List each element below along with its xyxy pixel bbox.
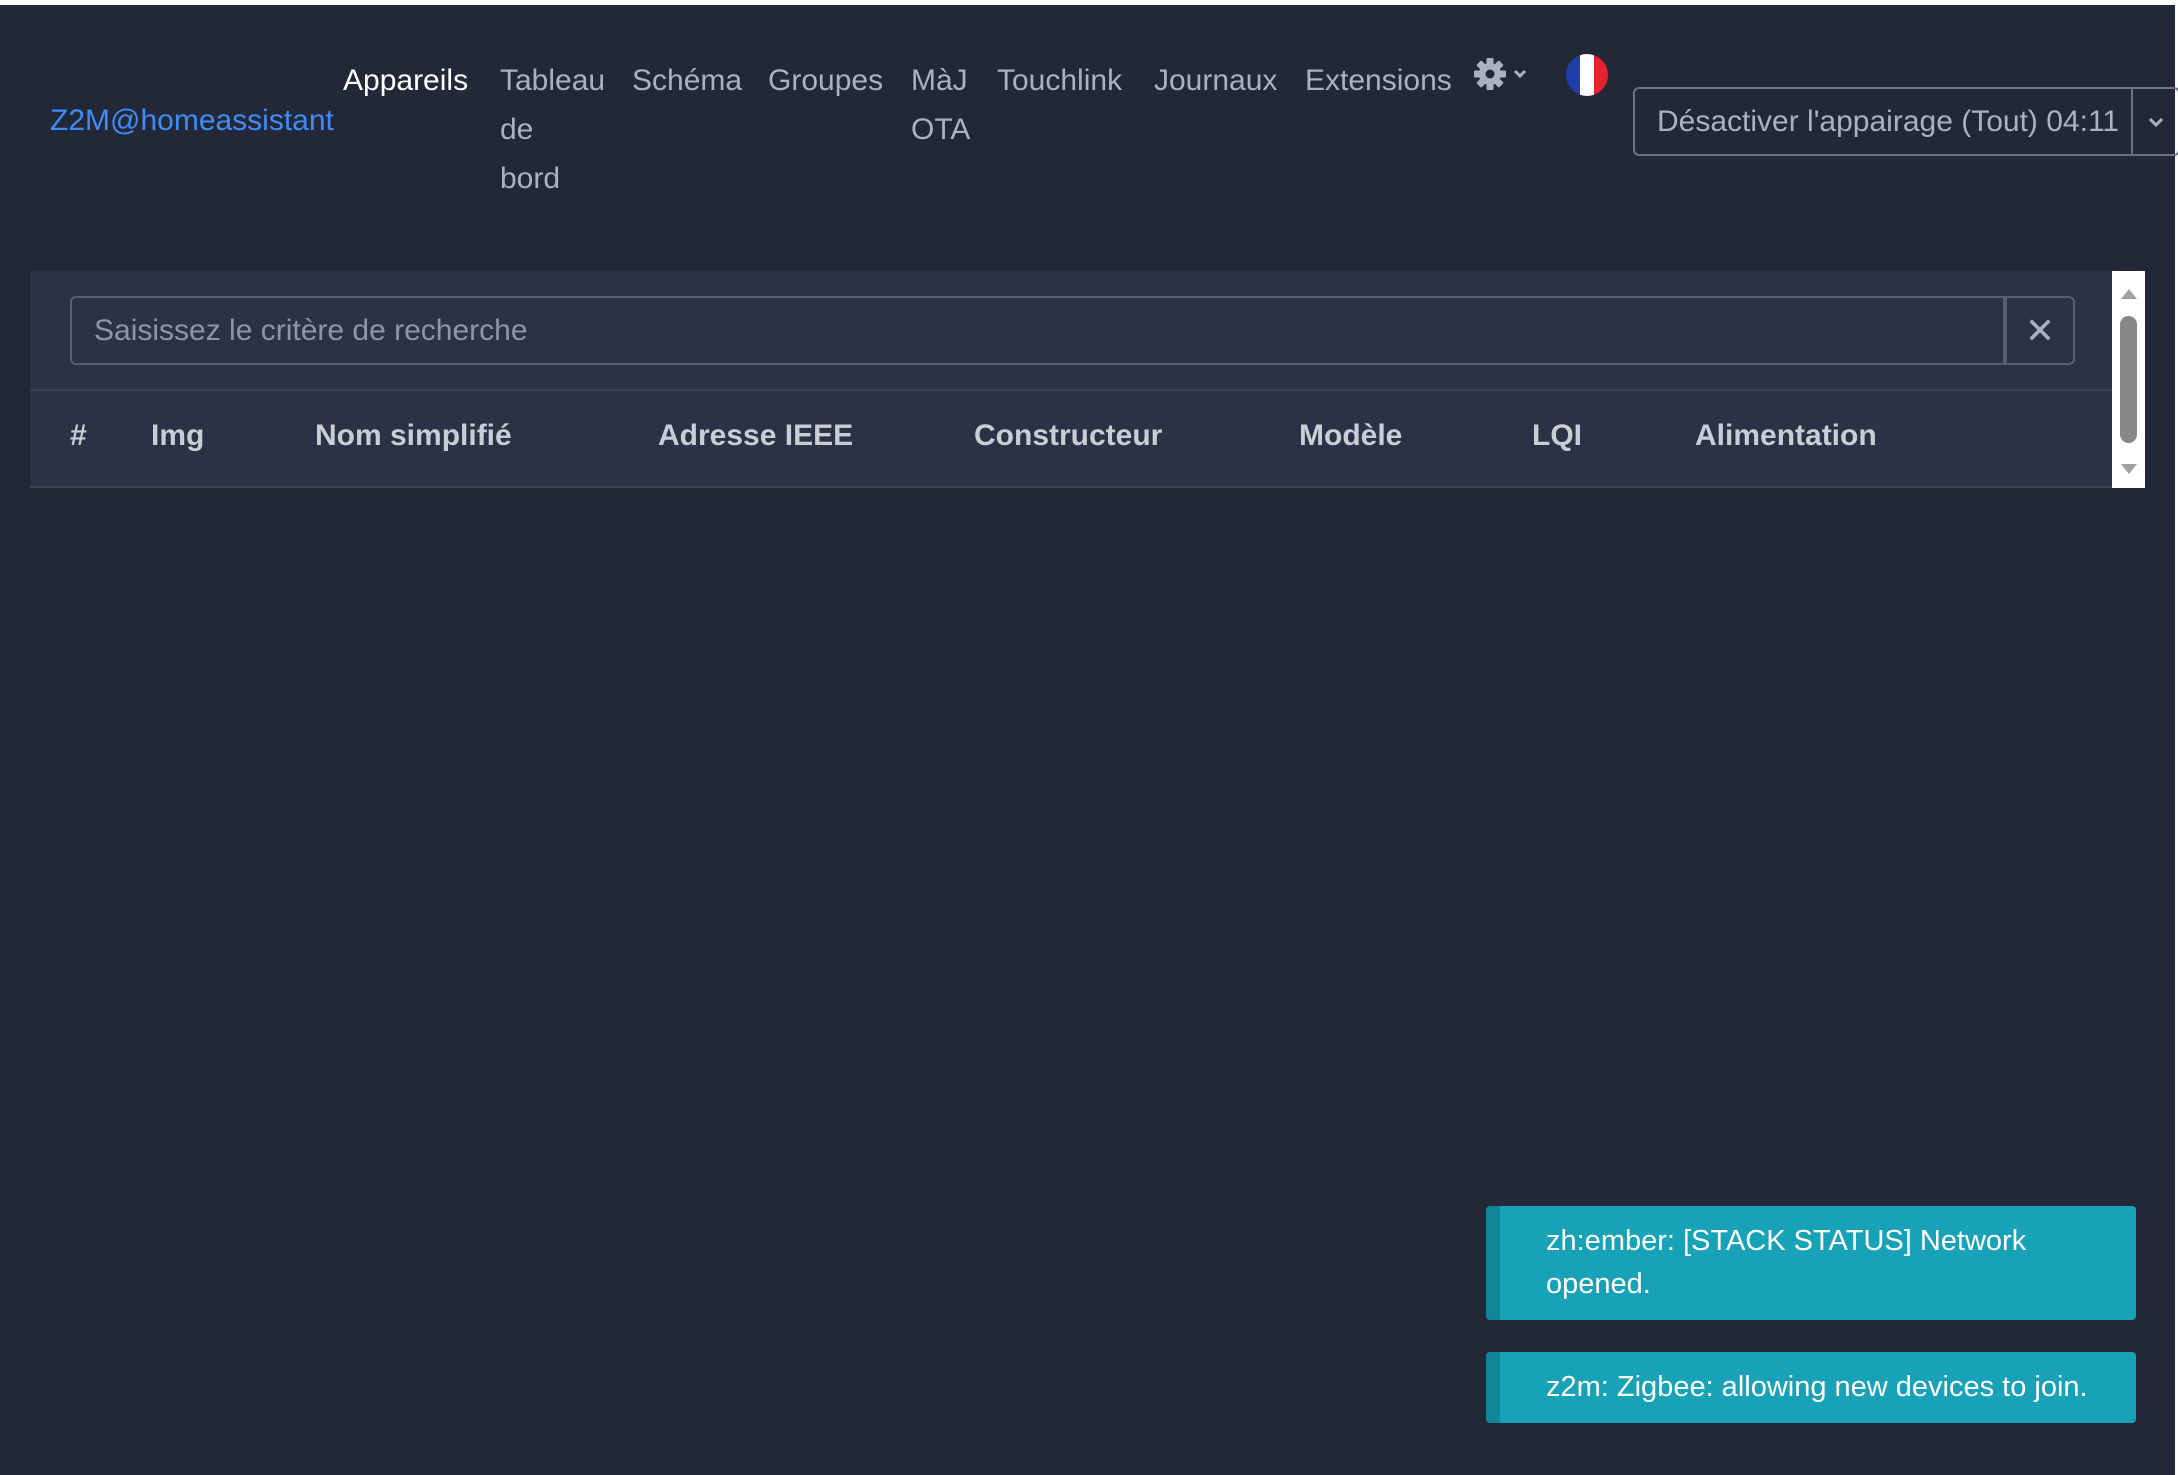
table-bottom-border bbox=[30, 486, 2112, 488]
brand-link[interactable]: Z2M@homeassistant bbox=[50, 104, 334, 138]
flag-fr-icon bbox=[1566, 54, 1580, 96]
column-header-ieee-address[interactable]: Adresse IEEE bbox=[658, 419, 853, 453]
chevron-down-icon bbox=[1513, 69, 1527, 79]
column-header-manufacturer[interactable]: Constructeur bbox=[974, 419, 1162, 453]
scroll-up-arrow-icon[interactable] bbox=[2121, 289, 2137, 299]
gear-icon bbox=[1474, 58, 1527, 90]
clear-search-button[interactable]: ✕ bbox=[2005, 296, 2075, 365]
column-header-model[interactable]: Modèle bbox=[1299, 419, 1402, 453]
flag-fr-icon bbox=[1580, 54, 1594, 96]
nav-item-schema[interactable]: Schéma bbox=[632, 56, 742, 105]
search-input[interactable] bbox=[70, 296, 2005, 365]
pairing-control: Désactiver l'appairage (Tout) 04:11 bbox=[1633, 87, 2178, 156]
nav-item-touchlink[interactable]: Touchlink bbox=[997, 56, 1122, 105]
column-header-power[interactable]: Alimentation bbox=[1695, 419, 1877, 453]
nav-item-label: de bbox=[500, 113, 534, 146]
settings-dropdown[interactable] bbox=[1472, 56, 1532, 92]
column-header-friendly-name[interactable]: Nom simplifié bbox=[315, 419, 512, 453]
nav-item-label: bord bbox=[500, 162, 561, 195]
divider bbox=[30, 389, 2112, 391]
column-header-number[interactable]: # bbox=[70, 419, 87, 453]
nav-item-tableau-de-bord[interactable]: Tableau de bord bbox=[500, 56, 605, 203]
scroll-down-arrow-icon[interactable] bbox=[2121, 464, 2137, 474]
nav-item-label: Appareils bbox=[343, 64, 469, 97]
window-top-edge bbox=[0, 0, 2178, 5]
nav-item-maj-ota[interactable]: MàJ OTA bbox=[911, 56, 970, 154]
devices-card: ✕ # Img Nom simplifié Adresse IEEE Const… bbox=[30, 271, 2112, 488]
flag-fr-icon bbox=[1594, 54, 1608, 96]
nav-item-label: Groupes bbox=[768, 64, 884, 97]
close-icon: ✕ bbox=[2024, 309, 2056, 351]
nav-item-groupes[interactable]: Groupes bbox=[768, 56, 883, 105]
nav-item-label: Journaux bbox=[1154, 64, 1278, 97]
column-header-img[interactable]: Img bbox=[151, 419, 204, 453]
toast-message: z2m: Zigbee: allowing new devices to joi… bbox=[1546, 1371, 2088, 1403]
search-group: ✕ bbox=[70, 296, 2075, 365]
scroll-thumb[interactable] bbox=[2120, 316, 2137, 443]
nav-item-appareils[interactable]: Appareils bbox=[343, 56, 468, 105]
nav-item-label: MàJ bbox=[911, 64, 968, 97]
nav-item-label: OTA bbox=[911, 113, 971, 146]
toast-message: zh:ember: [STACK STATUS] Network opened. bbox=[1546, 1225, 2027, 1300]
card-scrollbar[interactable] bbox=[2112, 271, 2145, 488]
language-selector[interactable] bbox=[1566, 54, 1608, 96]
disable-pairing-button[interactable]: Désactiver l'appairage (Tout) 04:11 bbox=[1633, 87, 2133, 156]
nav-item-journaux[interactable]: Journaux bbox=[1154, 56, 1277, 105]
nav-item-label: Touchlink bbox=[997, 64, 1123, 97]
nav-item-label: Schéma bbox=[632, 64, 743, 97]
toast-notification[interactable]: z2m: Zigbee: allowing new devices to joi… bbox=[1486, 1352, 2136, 1423]
column-header-lqi[interactable]: LQI bbox=[1532, 419, 1582, 453]
toast-notification[interactable]: zh:ember: [STACK STATUS] Network opened. bbox=[1486, 1206, 2136, 1320]
nav-item-extensions[interactable]: Extensions bbox=[1305, 56, 1452, 105]
nav-item-label: Tableau bbox=[500, 64, 606, 97]
nav-item-label: Extensions bbox=[1305, 64, 1452, 97]
pairing-dropdown-toggle[interactable] bbox=[2133, 87, 2178, 156]
chevron-down-icon bbox=[2148, 117, 2163, 127]
